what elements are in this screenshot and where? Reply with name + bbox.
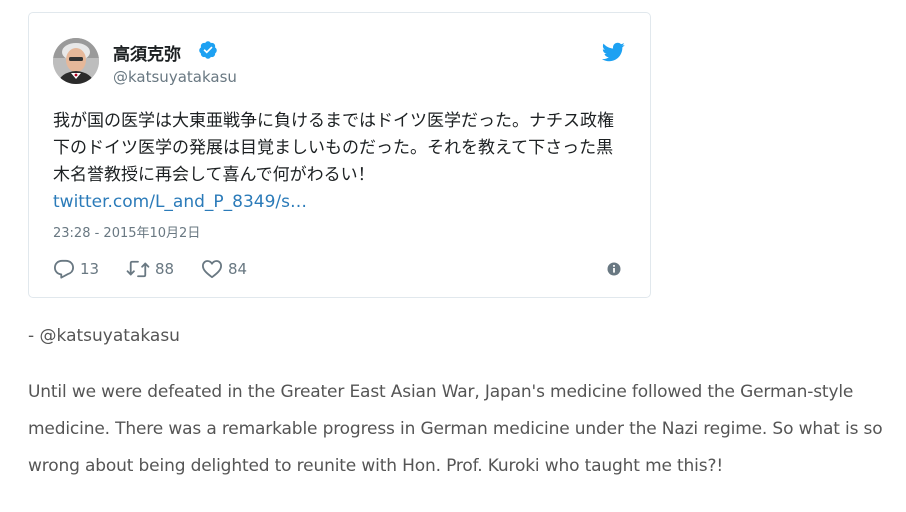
tweet-attribution: - @katsuyatakasu [28,326,180,346]
reply-button[interactable]: 13 [53,258,99,280]
author-handle[interactable]: @katsuyatakasu [113,68,237,86]
avatar-photo [53,38,99,84]
tweet-timestamp[interactable]: 23:28 - 2015年10月2日 [53,222,200,241]
info-icon[interactable] [607,262,621,276]
retweet-icon [126,260,150,278]
avatar[interactable] [53,38,99,84]
retweet-button[interactable]: 88 [126,258,174,280]
retweet-count: 88 [155,260,175,278]
reply-count: 13 [80,260,100,278]
heart-icon [202,260,222,279]
verified-badge-icon [199,41,217,59]
reply-icon [54,259,74,279]
like-button[interactable]: 84 [201,258,247,280]
tweet-link[interactable]: twitter.com/L_and_P_8349/s… [53,192,307,212]
author-display-name[interactable]: 高須克弥 [113,40,181,65]
embedded-tweet-card[interactable]: 高須克弥 @katsuyatakasu 我が国の医学は大東亜戦争に負けるまではド… [28,12,651,298]
tweet-body: 我が国の医学は大東亜戦争に負けるまではドイツ医学だった。ナチス政権下のドイツ医学… [53,111,614,185]
translation-text: Until we were defeated in the Greater Ea… [28,382,883,476]
twitter-bird-icon[interactable] [601,40,625,64]
like-count: 84 [228,260,248,278]
tweet-text: 我が国の医学は大東亜戦争に負けるまではドイツ医学だった。ナチス政権下のドイツ医学… [53,108,628,216]
